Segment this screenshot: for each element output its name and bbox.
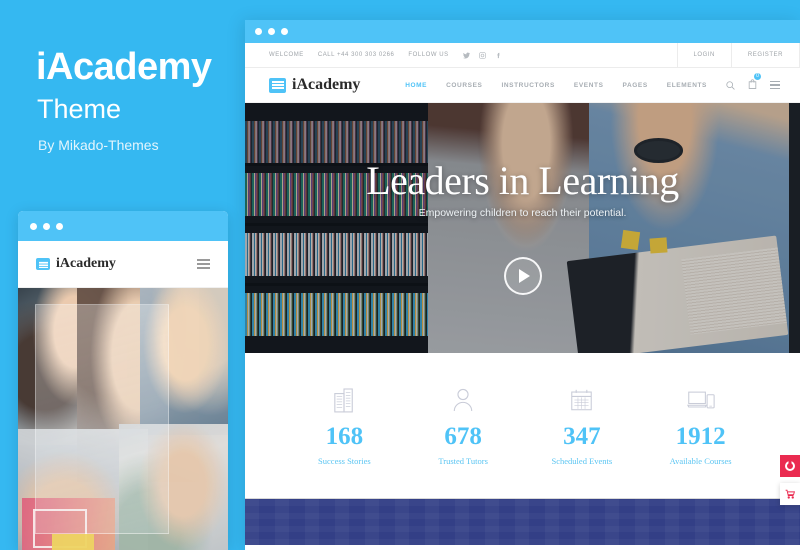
stat-value: 678: [444, 423, 482, 450]
hamburger-menu-icon[interactable]: [197, 259, 210, 269]
hamburger-menu-icon[interactable]: [770, 80, 780, 90]
mobile-preview-photo: [18, 288, 228, 550]
stat-value: 1912: [675, 423, 726, 450]
window-dot-maximize-icon: [281, 28, 288, 35]
stat-scheduled-events: 347 Scheduled Events: [523, 385, 642, 466]
facebook-icon[interactable]: [495, 52, 502, 59]
welcome-text: WELCOME: [269, 52, 304, 58]
stat-value: 347: [563, 423, 601, 450]
hero-title: Leaders in Learning: [366, 158, 679, 203]
site-logo[interactable]: iAcademy: [269, 76, 360, 94]
devices-icon: [641, 385, 760, 415]
twitter-icon[interactable]: [462, 52, 470, 59]
nav-item-events[interactable]: EVENTS: [574, 82, 604, 89]
search-icon[interactable]: [726, 80, 735, 90]
mobile-logo[interactable]: iAcademy: [36, 256, 116, 272]
nav-item-pages[interactable]: PAGES: [623, 82, 648, 89]
instagram-icon[interactable]: [478, 51, 486, 59]
nav-item-elements[interactable]: ELEMENTS: [667, 82, 707, 89]
lower-section-band: [245, 498, 800, 545]
promo-title: iAcademy: [36, 46, 212, 88]
building-icon: [285, 385, 404, 415]
window-dot-close-icon: [255, 28, 262, 35]
mobile-brand-name: iAcademy: [56, 256, 116, 271]
window-dot-maximize-icon: [56, 222, 63, 230]
shopping-bag-icon: [748, 79, 757, 89]
user-icon: [404, 385, 523, 415]
play-button-icon[interactable]: [503, 257, 542, 295]
stat-value: 168: [325, 423, 364, 450]
mobile-preview-card: iAcademy: [18, 211, 228, 550]
book-lines-icon: [36, 258, 50, 270]
window-dot-minimize-icon: [43, 222, 50, 230]
nav-item-home[interactable]: HOME: [405, 82, 427, 89]
promo-author: By Mikado-Themes: [38, 137, 159, 153]
follow-us-text: FOLLOW US: [408, 52, 449, 58]
cart-button[interactable]: 0: [748, 73, 761, 94]
browser-titlebar: [245, 20, 800, 43]
nav-item-courses[interactable]: COURSES: [446, 82, 482, 89]
stat-label: Success Stories: [318, 456, 371, 466]
login-link[interactable]: LOGIN: [676, 43, 731, 67]
stat-available-courses: 1912 Available Courses: [641, 385, 760, 466]
phone-text[interactable]: CALL +44 300 303 0266: [318, 52, 395, 58]
hero-background-image: [245, 103, 800, 353]
mobile-window-titlebar: [18, 211, 228, 241]
statistics-section: 168 Success Stories 678 Trusted Tutors 3…: [245, 353, 800, 498]
site-brand-name: iAcademy: [292, 76, 361, 93]
purchase-badge-icon[interactable]: [780, 455, 800, 477]
cart-count-badge: 0: [754, 73, 761, 80]
calendar-icon: [523, 385, 642, 415]
window-dot-minimize-icon: [268, 28, 275, 35]
hero-subtitle: Empowering children to reach their poten…: [418, 207, 627, 219]
stat-trusted-tutors: 678 Trusted Tutors: [404, 385, 523, 466]
register-link[interactable]: REGISTER: [730, 43, 800, 67]
site-topbar: WELCOME CALL +44 300 303 0266 FOLLOW US …: [245, 43, 800, 68]
nav-menu: HOME COURSES INSTRUCTORS EVENTS PAGES EL…: [405, 82, 707, 89]
browser-window: WELCOME CALL +44 300 303 0266 FOLLOW US …: [245, 20, 800, 550]
stat-success-stories: 168 Success Stories: [285, 385, 404, 466]
shopping-cart-icon[interactable]: [780, 483, 800, 505]
nav-item-instructors[interactable]: INSTRUCTORS: [501, 82, 554, 89]
window-dot-close-icon: [30, 222, 37, 230]
site-main-navigation: iAcademy HOME COURSES INSTRUCTORS EVENTS…: [245, 68, 800, 103]
mobile-navbar: iAcademy: [18, 241, 228, 288]
hero-banner: Leaders in Learning Empowering children …: [245, 103, 800, 353]
floating-widgets: [780, 455, 800, 505]
book-lines-icon: [269, 77, 286, 93]
stat-label: Available Courses: [669, 456, 732, 466]
stat-label: Trusted Tutors: [438, 456, 488, 466]
promo-subtitle: Theme: [37, 94, 122, 124]
stat-label: Scheduled Events: [551, 456, 613, 466]
